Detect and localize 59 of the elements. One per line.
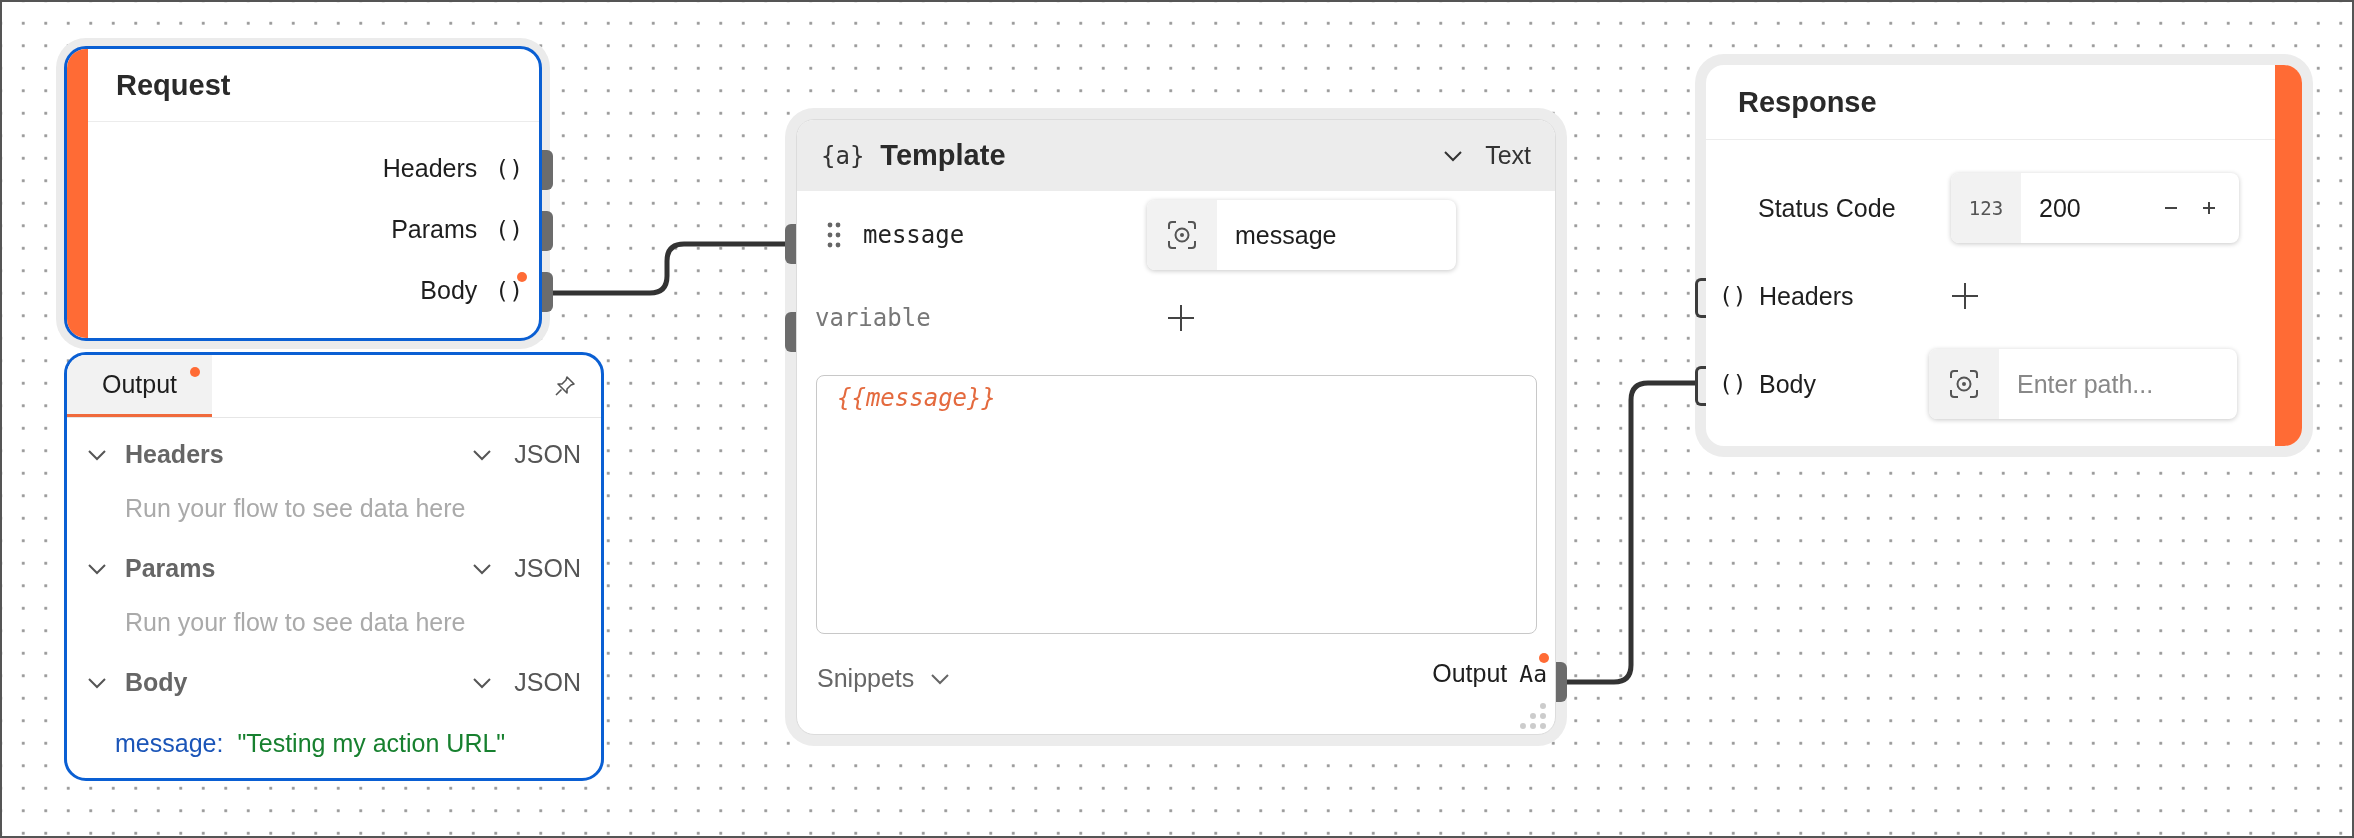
format-dropdown[interactable]: JSON	[472, 668, 581, 697]
number-field[interactable]: 123 200	[1951, 173, 2239, 243]
chevron-icon[interactable]	[87, 448, 107, 461]
chevron-icon[interactable]	[87, 562, 107, 575]
field-key: message:	[115, 729, 224, 757]
resize-grip-icon[interactable]	[1519, 702, 1547, 730]
plus-icon[interactable]	[1951, 282, 1979, 310]
type-icon: ()	[495, 216, 523, 243]
field-label: Headers	[1759, 281, 1855, 311]
section-title: Params	[125, 554, 217, 583]
section-title: Headers	[125, 440, 225, 469]
port-handle[interactable]	[542, 150, 553, 190]
new-variable-field[interactable]: variable	[815, 304, 1167, 332]
type-icon: ()	[495, 277, 523, 304]
source-field[interactable]: message	[1147, 200, 1456, 270]
format-dropdown[interactable]: Text	[1443, 141, 1531, 170]
target-icon	[1167, 220, 1197, 250]
field-value: "Testing my action URL"	[237, 729, 506, 757]
output-tab[interactable]: Output	[67, 355, 212, 417]
node-title: Template	[880, 139, 1006, 172]
pin-icon[interactable]	[553, 374, 577, 398]
path-field[interactable]: Enter path...	[1929, 349, 2237, 419]
output-label: Output	[1432, 659, 1508, 688]
field-label: Body	[1759, 369, 1817, 399]
section-title: Body	[125, 668, 189, 697]
path-input[interactable]: Enter path...	[1999, 368, 2237, 400]
port-handle[interactable]	[542, 272, 553, 312]
output-label: Headers	[382, 154, 478, 183]
field-value: 200	[2038, 193, 2082, 223]
template-icon: {a}	[821, 141, 865, 170]
type-icon: ()	[1719, 283, 1759, 309]
plus-icon[interactable]	[1167, 304, 1195, 332]
port-handle[interactable]	[785, 312, 796, 352]
target-icon	[1949, 369, 1979, 399]
number-type-icon: 123	[1951, 173, 2021, 243]
port-handle[interactable]	[785, 224, 796, 264]
port-handle[interactable]	[1556, 662, 1567, 702]
output-label: Body	[420, 276, 478, 305]
type-icon: ()	[495, 155, 523, 182]
field-label: Status Code	[1757, 193, 1897, 223]
chevron-icon	[472, 676, 493, 689]
snippets-dropdown[interactable]: Snippets	[817, 664, 951, 693]
format-dropdown[interactable]: JSON	[472, 440, 581, 469]
empty-message: Run your flow to see data here	[124, 493, 467, 524]
chevron-icon	[472, 562, 493, 575]
plus-icon[interactable]	[2201, 200, 2217, 216]
node-title: Request	[88, 49, 539, 122]
chevron-icon	[1443, 149, 1464, 162]
port-handle[interactable]	[542, 211, 553, 251]
chevron-icon[interactable]	[87, 676, 107, 689]
type-icon: Aa	[1519, 660, 1547, 687]
output-label: Params	[391, 215, 478, 244]
chevron-icon	[930, 672, 951, 685]
drag-handle-icon[interactable]	[827, 222, 841, 248]
format-dropdown[interactable]: JSON	[472, 554, 581, 583]
chevron-icon	[472, 448, 493, 461]
empty-message: Run your flow to see data here	[124, 607, 467, 638]
type-icon: ()	[1719, 371, 1759, 397]
variable-name: message	[863, 221, 966, 249]
